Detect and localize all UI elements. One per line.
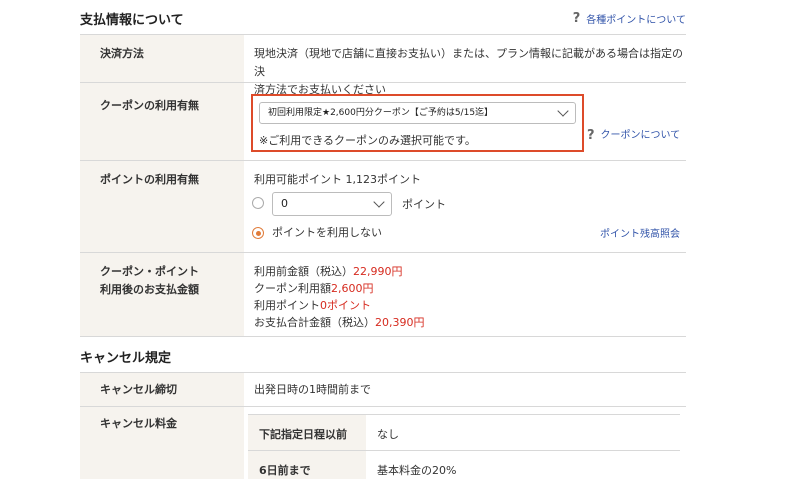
points-help-link[interactable]: ? 各種ポイントについて	[573, 11, 686, 26]
coupon-highlight-box: 初回利用限定★2,600円分クーポン【ご予約は5/15迄】 ※ご利用できるクーポ…	[251, 94, 584, 152]
fee-row-label: 下記指定日程以前	[248, 415, 366, 450]
points-value: 利用可能ポイント 1,123ポイント 0 ポイント ポイントを利用しない ポイン…	[244, 161, 686, 252]
payment-method-text-1: 現地決済（現地で店舗に直接お支払い）または、プラン情報に記載がある場合は指定の決	[254, 47, 683, 78]
question-icon: ?	[572, 10, 581, 26]
coupon-row: クーポンの利用有無 初回利用限定★2,600円分クーポン【ご予約は5/15迄】 …	[80, 83, 686, 161]
cancel-deadline-label: キャンセル締切	[80, 373, 244, 406]
payment-method-row: 決済方法 現地決済（現地で店舗に直接お支払い）または、プラン情報に記載がある場合…	[80, 35, 686, 96]
chevron-down-icon	[373, 196, 385, 208]
payment-section-header: 支払情報について ? 各種ポイントについて	[80, 8, 686, 28]
summary-label-line-1: クーポン・ポイント	[100, 265, 199, 278]
total-line: お支払合計金額（税込）20,390円	[254, 314, 686, 331]
fee-row-label: 6日前まで	[248, 451, 366, 479]
points-row: ポイントの利用有無 利用可能ポイント 1,123ポイント 0 ポイント ポイント…	[80, 161, 686, 253]
points-select[interactable]: 0	[272, 192, 392, 216]
points-select-value: 0	[281, 197, 288, 210]
coupon-amount-value: 2,600円	[331, 282, 374, 295]
points-used-line: 利用ポイント0ポイント	[254, 297, 686, 314]
cancel-deadline-value: 出発日時の1時間前まで	[254, 383, 371, 396]
cancel-section-title: キャンセル規定	[80, 350, 172, 366]
fee-row-value: なし	[377, 428, 399, 441]
question-icon: ?	[587, 128, 595, 143]
table-row: 下記指定日程以前 なし	[248, 415, 680, 451]
pre-total-label: 利用前金額（税込）	[254, 265, 353, 278]
points-use-radio[interactable]	[252, 197, 264, 209]
points-help-link-label[interactable]: 各種ポイントについて	[586, 11, 686, 26]
payment-table: 決済方法 現地決済（現地で店舗に直接お支払い）または、プラン情報に記載がある場合…	[80, 34, 686, 337]
points-used-label: 利用ポイント	[254, 299, 320, 312]
coupon-help-link-label[interactable]: クーポンについて	[601, 127, 681, 145]
fee-row-value: 基本料金の20%	[377, 464, 457, 477]
cancel-fee-table: 下記指定日程以前 なし 6日前まで 基本料金の20%	[248, 414, 680, 479]
summary-label-line-2: 利用後のお支払金額	[100, 283, 199, 296]
coupon-amount-line: クーポン利用額2,600円	[254, 280, 686, 297]
payment-method-label: 決済方法	[80, 35, 244, 82]
coupon-select[interactable]: 初回利用限定★2,600円分クーポン【ご予約は5/15迄】	[259, 102, 576, 124]
points-available: 利用可能ポイント 1,123ポイント	[254, 173, 421, 186]
coupon-help-link[interactable]: ? クーポンについて	[587, 127, 680, 145]
points-balance-link[interactable]: ポイント残高照会	[600, 226, 680, 244]
payment-section-title: 支払情報について	[80, 12, 184, 28]
points-label: ポイントの利用有無	[80, 161, 244, 252]
pre-total-value: 22,990円	[353, 265, 403, 278]
chevron-down-icon	[557, 105, 569, 117]
payment-method-value: 現地決済（現地で店舗に直接お支払い）または、プラン情報に記載がある場合は指定の決…	[244, 35, 686, 96]
coupon-note: ※ご利用できるクーポンのみ選択可能です。	[259, 134, 476, 147]
coupon-amount-label: クーポン利用額	[254, 282, 331, 295]
coupon-value: 初回利用限定★2,600円分クーポン【ご予約は5/15迄】 ※ご利用できるクーポ…	[244, 83, 686, 160]
total-label: お支払合計金額（税込）	[254, 316, 375, 329]
cancel-deadline-row: キャンセル締切 出発日時の1時間前まで	[80, 373, 686, 407]
coupon-select-value: 初回利用限定★2,600円分クーポン【ご予約は5/15迄】	[268, 108, 494, 118]
total-value: 20,390円	[375, 316, 425, 329]
pre-total-line: 利用前金額（税込）22,990円	[254, 263, 686, 280]
points-unit: ポイント	[402, 198, 446, 211]
points-no-use-radio[interactable]	[252, 227, 264, 239]
table-row: 6日前まで 基本料金の20%	[248, 451, 680, 479]
cancel-fee-label: キャンセル料金	[80, 407, 244, 479]
summary-label: クーポン・ポイント 利用後のお支払金額	[80, 253, 244, 336]
coupon-label: クーポンの利用有無	[80, 83, 244, 160]
points-no-use-label[interactable]: ポイントを利用しない	[272, 224, 382, 242]
summary-row: クーポン・ポイント 利用後のお支払金額 利用前金額（税込）22,990円 クーポ…	[80, 253, 686, 337]
points-used-value: 0ポイント	[320, 299, 371, 312]
cancel-section-header: キャンセル規定	[80, 346, 686, 366]
summary-value: 利用前金額（税込）22,990円 クーポン利用額2,600円 利用ポイント0ポイ…	[244, 253, 686, 336]
